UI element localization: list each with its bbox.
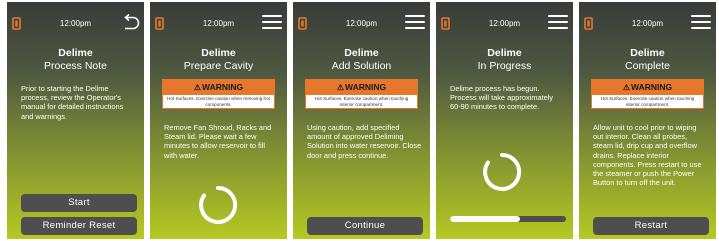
progress-bar-fill — [450, 216, 520, 222]
hamburger-menu-icon[interactable] — [262, 14, 282, 30]
continue-button[interactable]: Continue — [307, 217, 423, 235]
warning-header: ⚠WARNING — [163, 80, 274, 95]
start-button[interactable]: Start — [21, 194, 137, 212]
warning-header: ⚠WARNING — [306, 80, 417, 95]
loading-spinner-icon — [199, 185, 238, 224]
page-title: Delime — [58, 47, 93, 59]
restart-button[interactable]: Restart — [593, 217, 709, 235]
hamburger-menu-icon[interactable] — [691, 14, 711, 30]
warning-triangle-icon: ⚠ — [336, 83, 345, 92]
status-bar: 12:00pm — [293, 2, 430, 44]
hamburger-menu-icon[interactable] — [405, 14, 425, 30]
warning-text: Hot Surfaces. Exercise caution when remo… — [167, 96, 270, 107]
warning-box: ⚠WARNING Hot Surfaces. Exercise caution … — [591, 79, 704, 109]
back-arrow-icon[interactable] — [122, 14, 140, 31]
instruction-text: Prior to starting the Delime process, re… — [21, 84, 124, 121]
warning-box: ⚠WARNING Hot Surfaces. Exercise caution … — [162, 79, 275, 109]
warning-triangle-icon: ⚠ — [193, 83, 202, 92]
page-subtitle: Complete — [625, 60, 670, 72]
instruction-text: Allow unit to cool prior to wiping out i… — [593, 123, 702, 188]
screen-in-progress: 12:00pm Delime In Progress Delime proces… — [436, 2, 573, 239]
loading-spinner-icon — [483, 152, 522, 191]
screen-prepare-cavity: 12:00pm Delime Prepare Cavity ⚠WARNING H… — [150, 2, 287, 239]
warning-box: ⚠WARNING Hot Surfaces. Exercise caution … — [305, 79, 418, 109]
warning-label: WARNING — [345, 82, 387, 92]
warning-text: Hot Surfaces. Exercise caution when touc… — [314, 96, 409, 107]
status-bar: 12:00pm — [150, 2, 287, 44]
status-bar: 12:00pm — [579, 2, 716, 44]
instruction-text: Using caution, add specified amount of a… — [307, 123, 422, 160]
page-title: Delime — [630, 47, 665, 59]
hamburger-menu-icon[interactable] — [548, 14, 568, 30]
page-title: Delime — [201, 47, 236, 59]
screen-add-solution: 12:00pm Delime Add Solution ⚠WARNING Hot… — [293, 2, 430, 239]
page-subtitle: Add Solution — [331, 60, 392, 72]
page-title: Delime — [344, 47, 379, 59]
instruction-text: Remove Fan Shroud, Racks and Steam lid. … — [164, 123, 272, 160]
warning-label: WARNING — [631, 82, 673, 92]
warning-header: ⚠WARNING — [592, 80, 703, 95]
progress-bar — [450, 216, 566, 222]
page-subtitle: In Progress — [477, 60, 532, 72]
screen-process-note: 12:00pm Delime Process Note Prior to sta… — [7, 2, 144, 239]
status-bar: 12:00pm — [436, 2, 573, 44]
warning-text: Hot Surfaces. Exercise caution when touc… — [600, 96, 695, 107]
warning-triangle-icon: ⚠ — [622, 83, 631, 92]
page-subtitle: Process Note — [43, 60, 108, 72]
page-subtitle: Prepare Cavity — [183, 60, 254, 72]
screen-complete: 12:00pm Delime Complete ⚠WARNING Hot Sur… — [579, 2, 716, 239]
reminder-reset-button[interactable]: Reminder Reset — [21, 217, 137, 235]
status-bar: 12:00pm — [7, 2, 144, 44]
page-title: Delime — [487, 47, 522, 59]
instruction-text: Delime process has begun. Process will t… — [450, 84, 554, 112]
warning-label: WARNING — [202, 82, 244, 92]
